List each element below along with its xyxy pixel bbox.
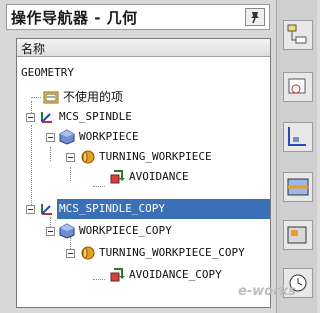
pin-button[interactable] bbox=[245, 8, 265, 26]
collapse-toggle[interactable] bbox=[26, 205, 35, 214]
tree-row-workpiece[interactable]: WORKPIECE bbox=[21, 127, 261, 147]
watermark-logo: e-works bbox=[238, 284, 296, 299]
tree-row-label: AVOIDANCE bbox=[129, 170, 189, 183]
operation-navigator-panel: 操作导航器 - 几何 名称 GEOMETRY 不使用的项 MCS_SPINDLE… bbox=[0, 0, 276, 313]
collapse-toggle[interactable] bbox=[26, 113, 35, 122]
tree-row-avoidance[interactable]: AVOIDANCE bbox=[21, 167, 261, 187]
avoidance-icon bbox=[110, 268, 125, 282]
hierarchy-icon bbox=[287, 24, 307, 44]
collapse-toggle[interactable] bbox=[66, 153, 75, 162]
resource-bar bbox=[276, 0, 317, 313]
collapse-toggle[interactable] bbox=[46, 227, 55, 236]
tree-row-mcs-spindle-copy[interactable]: MCS_SPINDLE_COPY bbox=[21, 199, 270, 219]
navigator-title-bar: 操作导航器 - 几何 bbox=[6, 4, 270, 30]
tree-row-label: TURNING_WORKPIECE_COPY bbox=[99, 246, 245, 259]
column-header-label: 名称 bbox=[21, 42, 46, 56]
workpiece-icon bbox=[59, 129, 75, 145]
pin-icon bbox=[251, 12, 259, 24]
tree-row-avoidance-copy[interactable]: AVOIDANCE_COPY bbox=[21, 265, 261, 285]
collapse-toggle[interactable] bbox=[46, 133, 55, 142]
navigator-title: 操作导航器 - 几何 bbox=[11, 9, 138, 27]
mcs-spindle-icon bbox=[41, 112, 52, 123]
resource-bar-button[interactable] bbox=[283, 72, 313, 102]
tree-row-label: 不使用的项 bbox=[63, 90, 124, 104]
resource-bar-button[interactable] bbox=[283, 220, 313, 250]
assembly-navigator-icon bbox=[288, 78, 306, 94]
turning-workpiece-icon bbox=[81, 246, 95, 260]
tree-row-workpiece-copy[interactable]: WORKPIECE_COPY bbox=[21, 221, 261, 241]
resource-bar-button[interactable] bbox=[283, 122, 313, 152]
tree-row-label: TURNING_WORKPIECE bbox=[99, 150, 212, 163]
tree-row-mcs-spindle[interactable]: MCS_SPINDLE bbox=[21, 107, 261, 127]
column-header-name[interactable]: 名称 bbox=[17, 39, 270, 57]
mcs-spindle-icon bbox=[41, 204, 52, 215]
machine-tool-navigator-icon bbox=[287, 226, 307, 244]
tree-row-label: GEOMETRY bbox=[21, 66, 74, 79]
tree-row-label: WORKPIECE bbox=[79, 130, 139, 143]
resource-bar-button[interactable] bbox=[283, 172, 313, 202]
tree-row-unused-items[interactable]: 不使用的项 bbox=[21, 87, 261, 107]
part-navigator-icon bbox=[288, 127, 306, 146]
tree-row-label: AVOIDANCE_COPY bbox=[129, 268, 222, 281]
turning-workpiece-icon bbox=[81, 150, 95, 164]
tree-row-turning-workpiece-copy[interactable]: TURNING_WORKPIECE_COPY bbox=[21, 243, 270, 263]
tree-row-label: MCS_SPINDLE_COPY bbox=[57, 199, 270, 219]
reuse-library-icon bbox=[287, 178, 309, 196]
tree-row-turning-workpiece[interactable]: TURNING_WORKPIECE bbox=[21, 147, 261, 167]
workpiece-icon bbox=[59, 223, 75, 239]
tree-row-label: WORKPIECE_COPY bbox=[79, 224, 172, 237]
collapse-toggle[interactable] bbox=[66, 249, 75, 258]
avoidance-icon bbox=[110, 170, 125, 184]
navigator-tree: 名称 GEOMETRY 不使用的项 MCS_SPINDLE WORKPIECE … bbox=[16, 38, 271, 308]
tree-row-label: MCS_SPINDLE bbox=[59, 110, 132, 123]
unused-items-icon bbox=[43, 91, 59, 104]
resource-bar-button[interactable] bbox=[283, 20, 313, 50]
